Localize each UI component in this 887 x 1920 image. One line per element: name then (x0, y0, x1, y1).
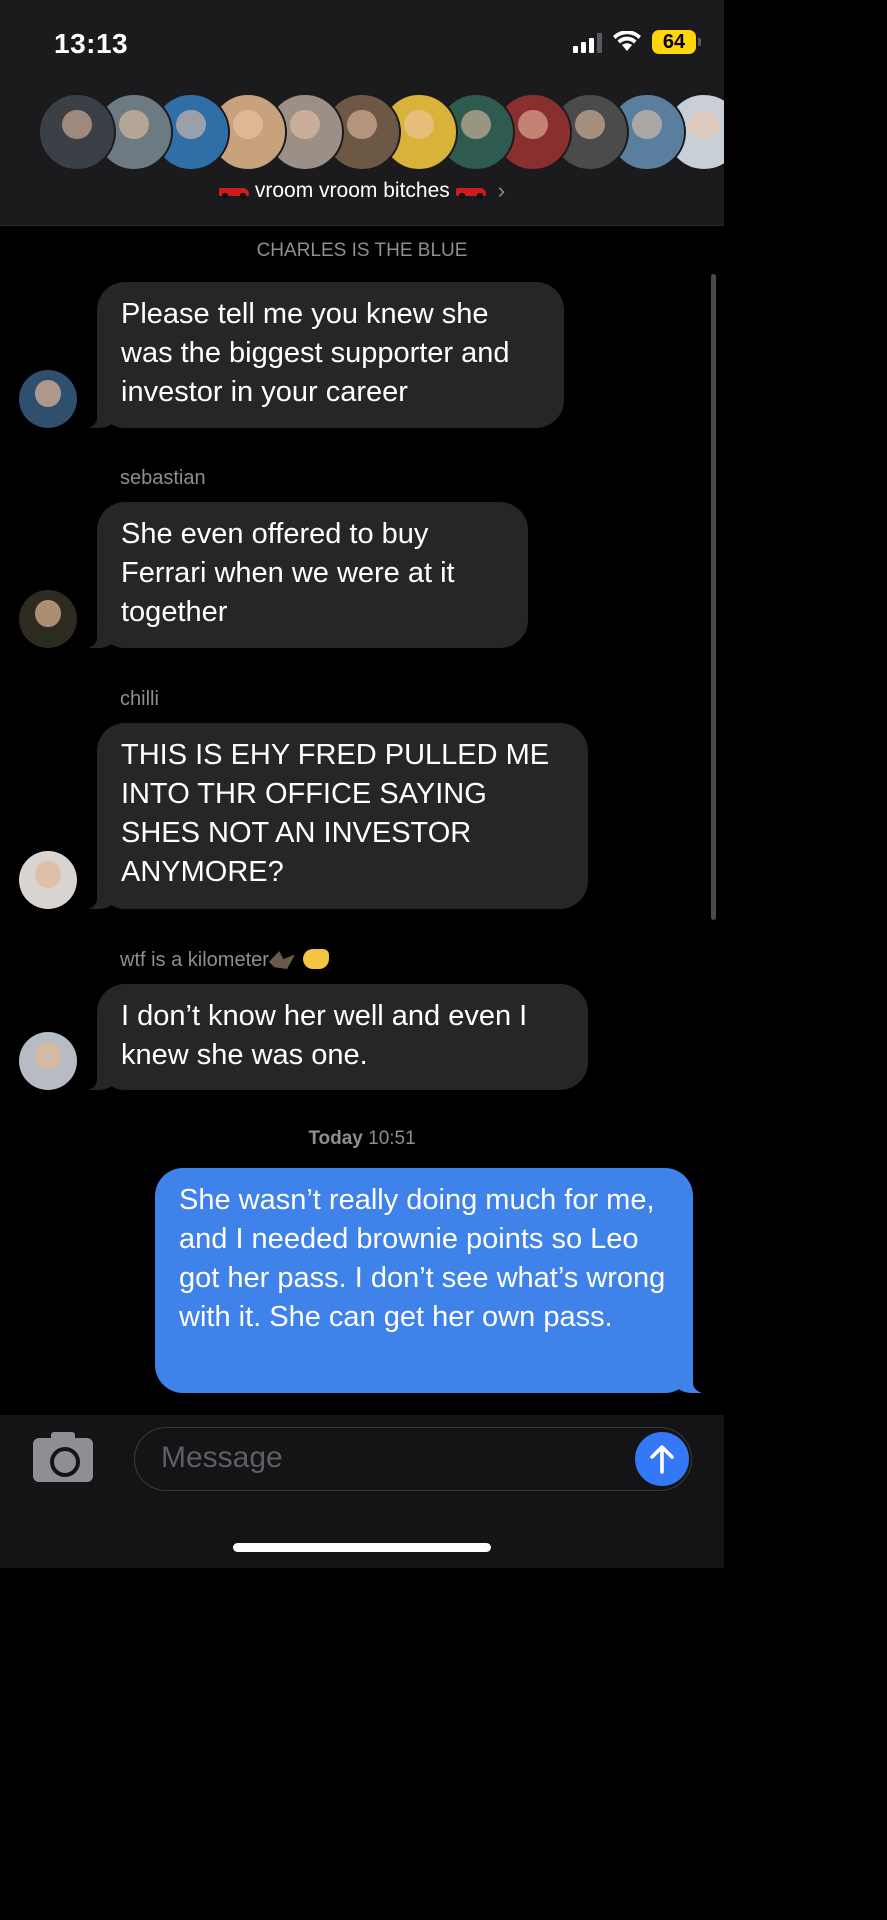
sender-avatar[interactable] (19, 370, 77, 428)
message-text: She even offered to buy Ferrari when we … (121, 518, 455, 628)
message-text: Please tell me you knew she was the bigg… (121, 298, 510, 408)
timestamp-time: 10:51 (368, 1128, 416, 1149)
group-member-avatar[interactable] (38, 93, 116, 171)
race-car-icon (218, 184, 249, 199)
sender-name-text: wtf is a kilometer (120, 949, 269, 971)
status-indicators: 64 (573, 30, 701, 54)
group-name: vroom vroom bitches (254, 179, 450, 202)
group-name-button[interactable]: vroom vroom bitches › (0, 178, 724, 204)
message-bubble-outgoing[interactable]: She wasn’t really doing much for me, and… (155, 1168, 711, 1393)
message-bubble-incoming[interactable]: She even offered to buy Ferrari when we … (79, 502, 528, 648)
conversation-header: 13:13 64 vroom vroom bitches › (0, 0, 724, 226)
sender-avatar[interactable] (19, 590, 77, 648)
message-bubble-incoming[interactable]: THIS IS EHY FRED PULLED ME INTO THR OFFI… (79, 723, 588, 909)
arrow-up-icon (650, 1445, 674, 1474)
timestamp: Today 10:51 (0, 1128, 724, 1150)
sender-name: sebastian (120, 467, 206, 489)
message-bubble-incoming[interactable]: Please tell me you knew she was the bigg… (79, 282, 564, 428)
race-car-icon (455, 184, 486, 199)
conversation-label: CHARLES IS THE BLUE (256, 240, 468, 261)
message-text: I don’t know her well and even I knew sh… (121, 1000, 528, 1071)
message-text: She wasn’t really doing much for me, and… (179, 1184, 666, 1333)
pointing-hand-emoji-icon (302, 949, 329, 969)
message-input[interactable]: Message (134, 1427, 692, 1491)
battery-indicator: 64 (652, 30, 701, 54)
message-bubble-incoming[interactable]: I don’t know her well and even I knew sh… (79, 984, 588, 1090)
chevron-right-icon: › (497, 178, 506, 203)
scroll-indicator[interactable] (711, 274, 716, 920)
sender-avatar[interactable] (19, 851, 77, 909)
sender-name: chilli (120, 688, 159, 710)
message-placeholder: Message (161, 1441, 283, 1474)
sender-avatar[interactable] (19, 1032, 77, 1090)
home-indicator[interactable] (233, 1543, 491, 1552)
wifi-icon (613, 31, 641, 51)
cellular-signal-icon (573, 31, 602, 53)
message-text: THIS IS EHY FRED PULLED ME INTO THR OFFI… (121, 739, 550, 888)
status-time: 13:13 (54, 28, 129, 59)
group-avatars[interactable] (38, 93, 724, 171)
eagle-emoji-icon (268, 951, 295, 969)
send-button[interactable] (635, 1432, 689, 1486)
sender-name: wtf is a kilometer (120, 949, 329, 972)
timestamp-day: Today (308, 1128, 363, 1149)
camera-icon[interactable] (33, 1432, 93, 1482)
